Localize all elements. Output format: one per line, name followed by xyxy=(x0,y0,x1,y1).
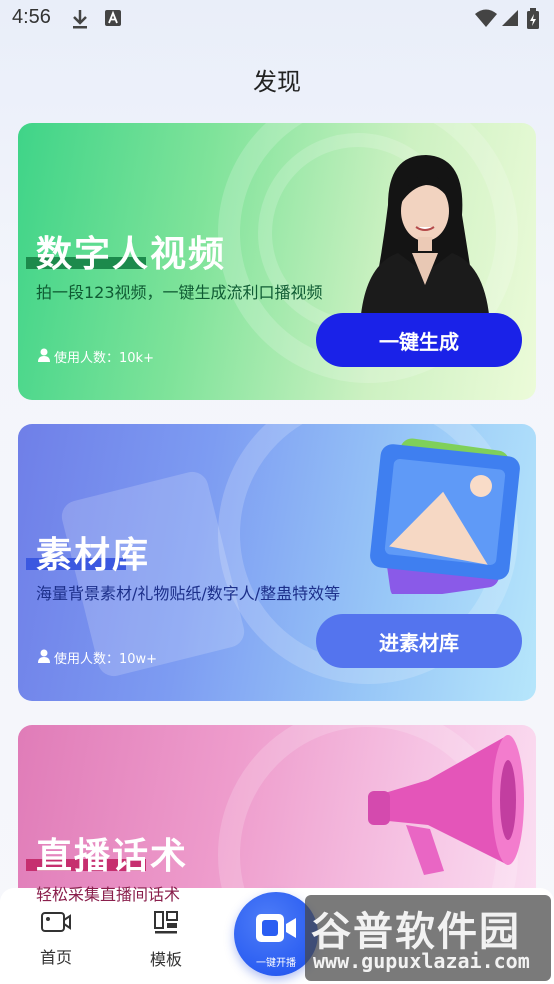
nav-item-home[interactable]: 首页 xyxy=(26,910,86,968)
card-subtitle: 轻松采集直播间话术 xyxy=(36,885,181,904)
nav-label: 首页 xyxy=(39,948,72,967)
watermark-url: www.gupuxlazai.com xyxy=(313,949,530,973)
card-subtitle: 拍一段123视频，一键生成流利口播视频 xyxy=(36,283,323,302)
user-icon xyxy=(38,348,50,366)
user-count-text: 使用人数：10k+ xyxy=(54,351,154,366)
generate-button[interactable]: 一键生成 xyxy=(316,313,522,367)
card-title: 素材库 xyxy=(36,535,151,576)
status-time: 4:56 xyxy=(12,6,51,28)
enter-library-button[interactable]: 进素材库 xyxy=(316,614,522,668)
material-library-card[interactable]: 素材库 海量背景素材/礼物贴纸/数字人/整蛊特效等 使用人数：10w+ 进素材库 xyxy=(18,424,536,701)
watermark-logo: 谷普软件园 www.gupuxlazai.com xyxy=(305,895,551,981)
digital-human-card[interactable]: 数字人视频 拍一段123视频，一键生成流利口播视频 使用人数：10k+ 一键生成 xyxy=(18,123,536,400)
a-letter-icon xyxy=(104,8,122,32)
card-title: 直播话术 xyxy=(36,836,189,877)
user-count-text: 使用人数：10w+ xyxy=(54,652,158,667)
user-count: 使用人数：10w+ xyxy=(38,648,157,667)
user-count: 使用人数：10k+ xyxy=(38,347,154,366)
nav-label: 模板 xyxy=(149,950,182,969)
wifi-icon xyxy=(474,8,498,32)
gallery-image-icon xyxy=(363,434,523,600)
video-camera-icon xyxy=(40,912,72,938)
nav-item-templates[interactable]: 模板 xyxy=(136,910,196,970)
signal-icon xyxy=(500,8,520,32)
template-icon xyxy=(152,911,180,940)
battery-icon xyxy=(526,8,540,34)
card-subtitle: 海量背景素材/礼物贴纸/数字人/整蛊特效等 xyxy=(36,584,341,603)
megaphone-icon xyxy=(358,725,528,895)
download-icon xyxy=(70,8,90,34)
status-bar: 4:56 xyxy=(0,0,554,40)
page-title: 发现 xyxy=(253,68,301,96)
user-icon xyxy=(38,649,50,667)
presenter-portrait-image xyxy=(348,145,498,325)
card-title: 数字人视频 xyxy=(36,234,227,275)
live-camera-icon xyxy=(254,910,298,952)
